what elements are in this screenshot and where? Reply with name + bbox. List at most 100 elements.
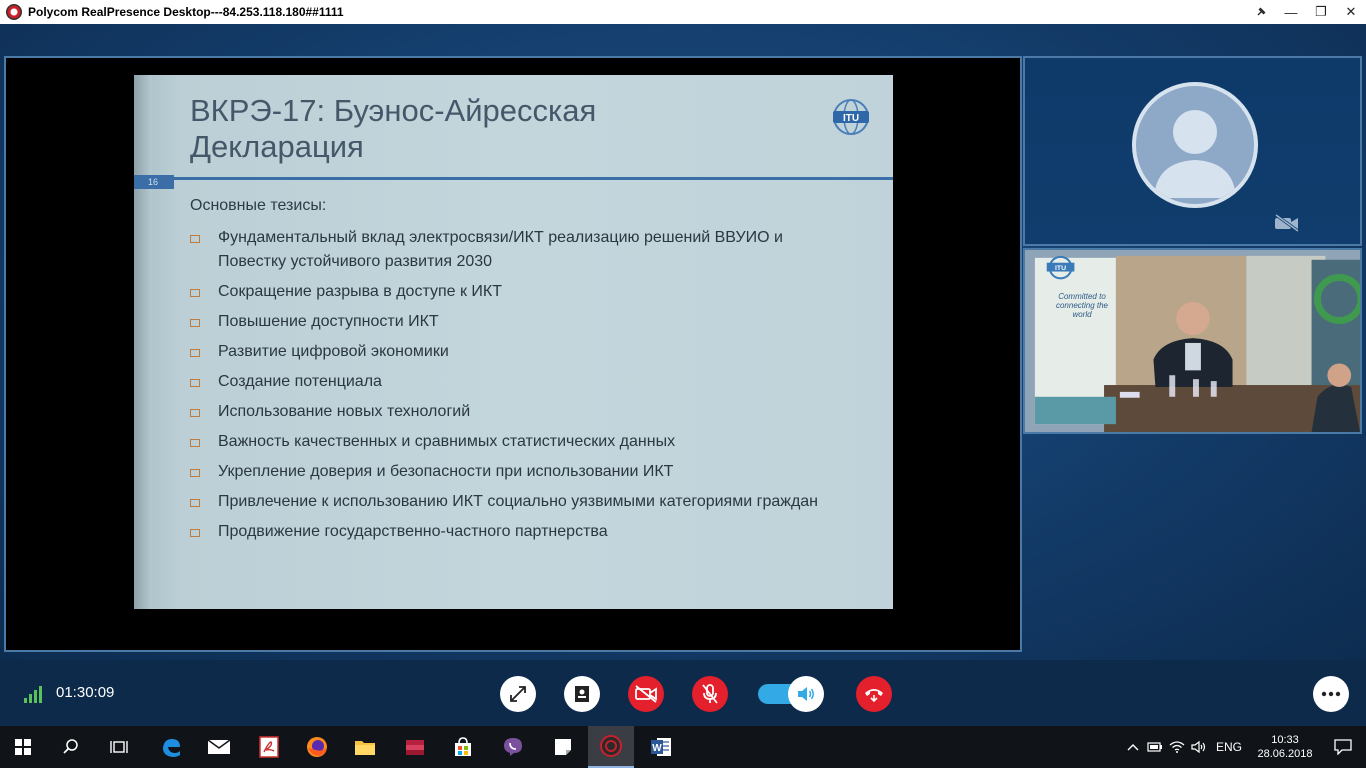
remote-banner-text: Committed to connecting the world — [1055, 292, 1109, 319]
mic-off-icon — [702, 684, 718, 704]
list-item: Повышение доступности ИКТ — [190, 310, 850, 334]
window-controls: — ❐ ✕ — [1246, 0, 1366, 24]
taskbar-viber[interactable] — [490, 726, 536, 768]
list-item: Фундаментальный вклад электросвязи/ИКТ р… — [190, 226, 850, 274]
signal-strength-icon[interactable] — [24, 685, 46, 703]
taskbar-mail[interactable] — [196, 726, 242, 768]
list-item: Важность качественных и сравнимых статис… — [190, 430, 850, 454]
bullet-square-icon — [190, 439, 200, 447]
restore-button[interactable]: ❐ — [1306, 0, 1336, 24]
pin-icon — [1257, 7, 1266, 16]
mute-microphone-button[interactable] — [692, 676, 728, 712]
archive-books-icon — [406, 740, 424, 755]
action-center-button[interactable] — [1320, 739, 1366, 755]
bullet-square-icon — [190, 529, 200, 537]
call-stage: ВКРЭ-17: Буэнос-Айресская Декларация ITU… — [0, 24, 1366, 660]
bullet-text: Использование новых технологий — [218, 403, 471, 420]
call-duration: 01:30:09 — [56, 684, 115, 701]
bullet-text: Сокращение разрыва в доступе к ИКТ — [218, 283, 502, 300]
task-view-icon — [110, 741, 128, 753]
close-button[interactable]: ✕ — [1336, 0, 1366, 24]
more-options-button[interactable] — [1313, 676, 1349, 712]
itu-logo-icon: ITU — [833, 99, 869, 135]
taskbar-polycom[interactable] — [588, 726, 634, 768]
bullet-text: Фундаментальный вклад электросвязи/ИКТ р… — [218, 229, 783, 270]
bullet-text: Привлечение к использованию ИКТ социальн… — [218, 493, 819, 510]
fullscreen-button[interactable] — [500, 676, 536, 712]
slide-subtitle: Основные тезисы: — [190, 197, 327, 214]
list-item: Развитие цифровой экономики — [190, 340, 850, 364]
taskbar-word[interactable]: W — [638, 726, 684, 768]
taskbar-edge[interactable] — [148, 726, 194, 768]
mail-icon — [207, 739, 231, 754]
pdf-icon — [259, 736, 279, 758]
list-item: Продвижение государственно-частного парт… — [190, 520, 850, 544]
firefox-icon — [307, 737, 327, 757]
start-button[interactable] — [0, 726, 46, 768]
battery-icon[interactable] — [1144, 742, 1166, 752]
bullet-text: Важность качественных и сравнимых статис… — [218, 433, 676, 450]
taskbar-clock[interactable]: 10:33 28.06.2018 — [1250, 733, 1320, 761]
speaker-icon — [798, 687, 814, 701]
bullet-square-icon — [190, 499, 200, 507]
taskbar-sticky-notes[interactable] — [540, 726, 586, 768]
stop-video-button[interactable] — [628, 676, 664, 712]
taskbar-firefox[interactable] — [294, 726, 340, 768]
content-share-icon — [575, 686, 589, 702]
slide-title-line1: ВКРЭ-17: Буэнос-Айресская — [190, 93, 597, 128]
search-icon — [63, 739, 78, 754]
bullet-square-icon — [190, 319, 200, 327]
task-view-button[interactable] — [96, 726, 142, 768]
wifi-icon[interactable] — [1166, 741, 1188, 753]
polycom-app-icon — [6, 4, 22, 20]
svg-text:W: W — [652, 743, 662, 754]
pin-button[interactable] — [1246, 0, 1276, 24]
folder-icon — [355, 741, 375, 755]
volume-knob[interactable] — [788, 676, 824, 712]
search-button[interactable] — [48, 726, 94, 768]
minimize-button[interactable]: — — [1276, 0, 1306, 24]
bullet-square-icon — [190, 349, 200, 357]
speaker-volume-toggle[interactable] — [758, 676, 824, 712]
svg-text:ITU: ITU — [843, 113, 859, 124]
bullet-text: Повышение доступности ИКТ — [218, 313, 439, 330]
video-off-icon — [635, 685, 657, 703]
content-share-button[interactable] — [564, 676, 600, 712]
svg-text:ITU: ITU — [1055, 265, 1066, 272]
remote-video-panel[interactable]: ITU Committed to connecting the world — [1023, 248, 1362, 434]
avatar — [1132, 82, 1258, 208]
windows-taskbar: W ENG 10:33 28.06.2018 — [0, 726, 1366, 768]
slide-title: ВКРЭ-17: Буэнос-Айресская Декларация — [190, 93, 790, 165]
more-dots-icon — [1321, 691, 1341, 697]
bullet-text: Продвижение государственно-частного парт… — [218, 523, 608, 540]
slide-bullet-list: Фундаментальный вклад электросвязи/ИКТ р… — [190, 226, 850, 550]
volume-icon[interactable] — [1188, 740, 1210, 754]
input-language-indicator[interactable]: ENG — [1216, 740, 1242, 754]
windows-logo-icon — [15, 739, 31, 755]
list-item: Сокращение разрыва в доступе к ИКТ — [190, 280, 850, 304]
self-view-panel[interactable] — [1023, 56, 1362, 246]
chevron-up-icon[interactable] — [1122, 743, 1144, 751]
list-item: Укрепление доверия и безопасности при ис… — [190, 460, 850, 484]
system-tray: ENG 10:33 28.06.2018 — [1122, 726, 1366, 768]
taskbar-winrar[interactable] — [392, 726, 438, 768]
camera-off-icon — [1275, 214, 1299, 232]
bullet-text: Развитие цифровой экономики — [218, 343, 449, 360]
content-share-panel[interactable]: ВКРЭ-17: Буэнос-Айресская Декларация ITU… — [4, 56, 1022, 652]
bullet-text: Создание потенциала — [218, 373, 382, 390]
window-titlebar: Polycom RealPresence Desktop---84.253.11… — [0, 0, 1366, 24]
sticky-note-icon — [555, 739, 571, 755]
remote-participant-video: ITU — [1025, 250, 1360, 432]
hang-up-button[interactable] — [856, 676, 892, 712]
slide-page-number: 16 — [134, 175, 174, 189]
shared-slide: ВКРЭ-17: Буэнос-Айресская Декларация ITU… — [134, 75, 893, 609]
bullet-square-icon — [190, 409, 200, 417]
taskbar-store[interactable] — [440, 726, 486, 768]
word-icon: W — [651, 738, 671, 756]
taskbar-pdf-reader[interactable] — [246, 726, 292, 768]
slide-left-strip — [134, 75, 152, 609]
polycom-icon — [600, 735, 622, 757]
edge-browser-icon — [163, 739, 180, 757]
notification-icon — [1334, 739, 1352, 755]
taskbar-file-explorer[interactable] — [342, 726, 388, 768]
